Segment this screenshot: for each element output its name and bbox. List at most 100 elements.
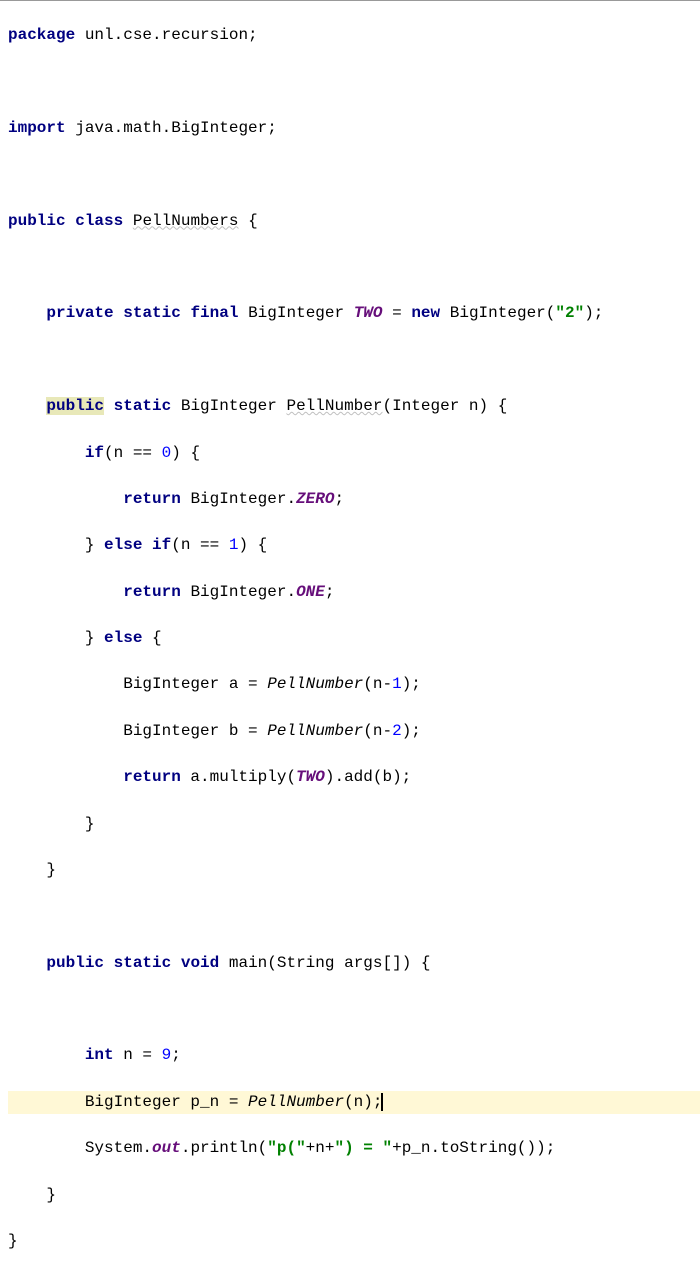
cond: (n == [104, 444, 162, 462]
method-pellnumber: PellNumber [286, 397, 382, 415]
string-p: "p(" [267, 1139, 305, 1157]
code-line: } else { [8, 627, 700, 650]
type-string: String [277, 954, 335, 972]
code-line-blank [8, 256, 700, 279]
code-line: BigInteger b = PellNumber(n-2); [8, 720, 700, 743]
code-line: if(n == 0) { [8, 442, 700, 465]
type-bigint: BigInteger [450, 304, 546, 322]
import-name: java.math.BigInteger; [66, 119, 277, 137]
code-line: } [8, 813, 700, 836]
call-pellnumber: PellNumber [248, 1093, 344, 1111]
code-line: package unl.cse.recursion; [8, 24, 700, 47]
param-n: n [469, 397, 479, 415]
cparen-obrace: ) { [479, 397, 508, 415]
keyword-int: int [85, 1046, 114, 1064]
cbrace: } [85, 629, 95, 647]
n-decl: n = [114, 1046, 162, 1064]
keyword-private: private [46, 304, 113, 322]
code-editor: package unl.cse.recursion; import java.m… [0, 1, 700, 1286]
code-line-current: BigInteger p_n = PellNumber(n); [8, 1091, 700, 1114]
b-decl: b = [219, 722, 267, 740]
code-line: import java.math.BigInteger; [8, 117, 700, 140]
code-line: public static void main(String args[]) { [8, 952, 700, 975]
type-bigint: BigInteger [123, 675, 219, 693]
a-decl: a = [219, 675, 267, 693]
code-line: } [8, 1184, 700, 1207]
field-out: out [152, 1139, 181, 1157]
cond: (n == [171, 536, 229, 554]
num-two: 2 [392, 722, 402, 740]
code-line-blank [8, 163, 700, 186]
keyword-class: class [75, 212, 123, 230]
keyword-static: static [114, 397, 172, 415]
text-cursor [381, 1093, 383, 1111]
keyword-return: return [123, 583, 181, 601]
type-bigint: BigInteger [123, 722, 219, 740]
semi: ; [325, 583, 335, 601]
code-line: return BigInteger.ZERO; [8, 488, 700, 511]
cbrace: } [8, 1232, 18, 1250]
type-bigint: BigInteger [190, 583, 286, 601]
keyword-else: else [104, 536, 142, 554]
obrace: { [142, 629, 161, 647]
code-line: public static BigInteger PellNumber(Inte… [8, 395, 700, 418]
code-line: public class PellNumbers { [8, 210, 700, 233]
code-line-blank [8, 349, 700, 372]
code-line: BigInteger a = PellNumber(n-1); [8, 673, 700, 696]
keyword-new: new [411, 304, 440, 322]
code-line: } else if(n == 1) { [8, 534, 700, 557]
keyword-return: return [123, 768, 181, 786]
semi: ; [334, 490, 344, 508]
brace: { [238, 212, 257, 230]
num-nine: 9 [162, 1046, 172, 1064]
keyword-public: public [8, 212, 66, 230]
code-line: } [8, 1230, 700, 1253]
keyword-void: void [181, 954, 219, 972]
code-line: System.out.println("p("+n+") = "+p_n.toS… [8, 1137, 700, 1160]
keyword-else: else [104, 629, 142, 647]
keyword-static: static [114, 954, 172, 972]
plus-n: +n+ [306, 1139, 335, 1157]
num-zero: 0 [162, 444, 172, 462]
semi: ; [171, 1046, 181, 1064]
keyword-public: public [46, 954, 104, 972]
type-bigint: BigInteger [248, 304, 344, 322]
arg: (n- [363, 675, 392, 693]
code-line: private static final BigInteger TWO = ne… [8, 302, 700, 325]
field-two: TWO [296, 768, 325, 786]
field-two: TWO [354, 304, 383, 322]
code-line-blank [8, 998, 700, 1021]
code-line: } [8, 859, 700, 882]
keyword-static: static [123, 304, 181, 322]
args: args[]) { [334, 954, 430, 972]
arg: (n- [363, 722, 392, 740]
keyword-public: public [46, 397, 104, 415]
mult-call: a.multiply( [181, 768, 296, 786]
semi: ; [411, 722, 421, 740]
field-one: ONE [296, 583, 325, 601]
pn-call-close: (n); [344, 1093, 382, 1111]
cbrace: } [85, 536, 95, 554]
keyword-return: return [123, 490, 181, 508]
package-name: unl.cse.recursion; [75, 26, 257, 44]
cbrace: } [46, 1186, 56, 1204]
call-pellnumber: PellNumber [267, 675, 363, 693]
semi: ; [594, 304, 604, 322]
eq: = [383, 304, 412, 322]
keyword-import: import [8, 119, 66, 137]
code-line-blank [8, 905, 700, 928]
keyword-final: final [190, 304, 238, 322]
cparen-obrace: ) { [238, 536, 267, 554]
type-bigint: BigInteger [190, 490, 286, 508]
semi: ; [411, 675, 421, 693]
println: .println( [181, 1139, 267, 1157]
code-line: return a.multiply(TWO).add(b); [8, 766, 700, 789]
string-eq: ") = " [334, 1139, 392, 1157]
string-two: "2" [555, 304, 584, 322]
cparen-obrace: ) { [171, 444, 200, 462]
pn-decl: p_n = [181, 1093, 248, 1111]
field-zero: ZERO [296, 490, 334, 508]
cbrace: } [85, 815, 95, 833]
plus-pn: +p_n.toString()); [392, 1139, 555, 1157]
num-one: 1 [392, 675, 402, 693]
